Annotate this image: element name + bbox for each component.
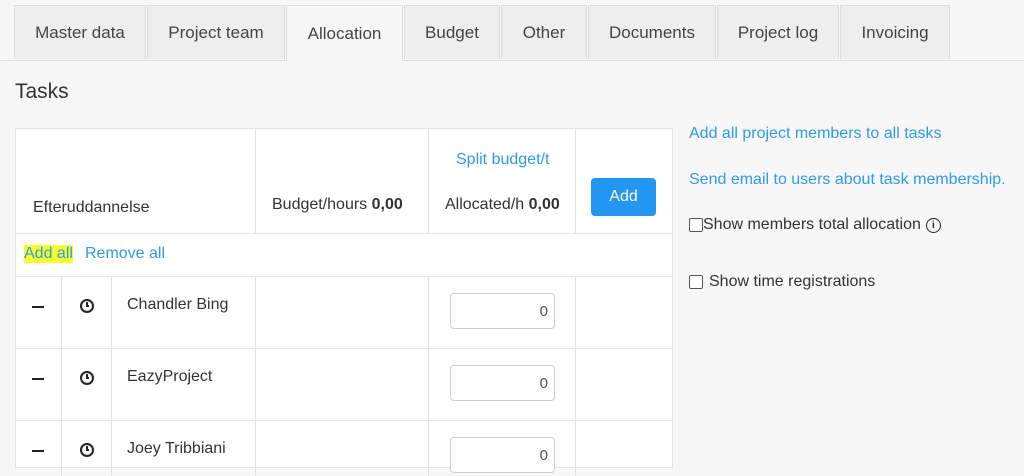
show-total-allocation-checkbox[interactable]: [689, 218, 703, 232]
add-all-members-link[interactable]: Add all project members to all tasks: [689, 125, 942, 143]
allocation-input[interactable]: [450, 293, 555, 329]
remove-member-icon[interactable]: [32, 378, 44, 380]
allocated-label: Allocated/h: [445, 196, 525, 213]
member-name: Joey Tribbiani: [127, 440, 226, 457]
show-total-allocation-option: Show members total allocation i: [689, 216, 941, 234]
tab-label: Project team: [168, 22, 264, 42]
send-email-link[interactable]: Send email to users about task membershi…: [689, 171, 1006, 189]
tab-documents[interactable]: Documents: [588, 5, 716, 59]
tab-master-data[interactable]: Master data: [14, 5, 146, 59]
tab-label: Project log: [737, 22, 819, 42]
show-time-registrations-option: Show time registrations: [689, 273, 875, 291]
clock-icon[interactable]: [80, 371, 94, 385]
allocated-hours: Allocated/h 0,00: [445, 196, 560, 214]
tab-label: Master data: [35, 22, 125, 42]
allocated-value: 0,00: [528, 196, 560, 213]
budget-label: Budget/hours: [272, 196, 368, 213]
tab-label: Allocation: [307, 23, 382, 43]
tab-bar: Master data Project team Allocation Budg…: [0, 0, 1024, 61]
allocation-input[interactable]: [450, 437, 555, 473]
member-name: Chandler Bing: [127, 296, 229, 313]
member-name: EazyProject: [127, 368, 213, 385]
split-budget-link[interactable]: Split budget/t: [456, 151, 549, 169]
show-time-registrations-checkbox[interactable]: [689, 275, 703, 289]
tab-label: Invoicing: [861, 22, 929, 42]
remove-member-icon[interactable]: [32, 306, 44, 308]
show-total-allocation-label: Show members total allocation: [703, 216, 921, 233]
allocation-input[interactable]: [450, 365, 555, 401]
budget-hours: Budget/hours 0,00: [272, 196, 403, 214]
tab-other[interactable]: Other: [501, 5, 587, 59]
info-icon[interactable]: i: [925, 217, 941, 233]
tab-label: Documents: [609, 22, 695, 42]
tab-project-log[interactable]: Project log: [717, 5, 839, 59]
tab-budget[interactable]: Budget: [404, 5, 500, 59]
tab-allocation[interactable]: Allocation: [286, 5, 403, 61]
tab-invoicing[interactable]: Invoicing: [840, 5, 950, 59]
clock-icon[interactable]: [80, 299, 94, 313]
remove-member-icon[interactable]: [32, 450, 44, 452]
tab-label: Other: [522, 22, 566, 42]
task-table: Efteruddannelse Budget/hours 0,00 Split …: [15, 128, 673, 476]
add-all-link[interactable]: Add all: [24, 245, 73, 263]
page-title: Tasks: [15, 80, 69, 103]
clock-icon[interactable]: [80, 443, 94, 457]
show-time-registrations-label: Show time registrations: [709, 273, 876, 290]
task-name: Efteruddannelse: [33, 199, 150, 216]
tab-label: Budget: [425, 22, 479, 42]
tab-project-team[interactable]: Project team: [147, 5, 285, 59]
budget-value: 0,00: [371, 196, 403, 213]
remove-all-link[interactable]: Remove all: [85, 245, 165, 263]
add-button[interactable]: Add: [591, 178, 656, 216]
